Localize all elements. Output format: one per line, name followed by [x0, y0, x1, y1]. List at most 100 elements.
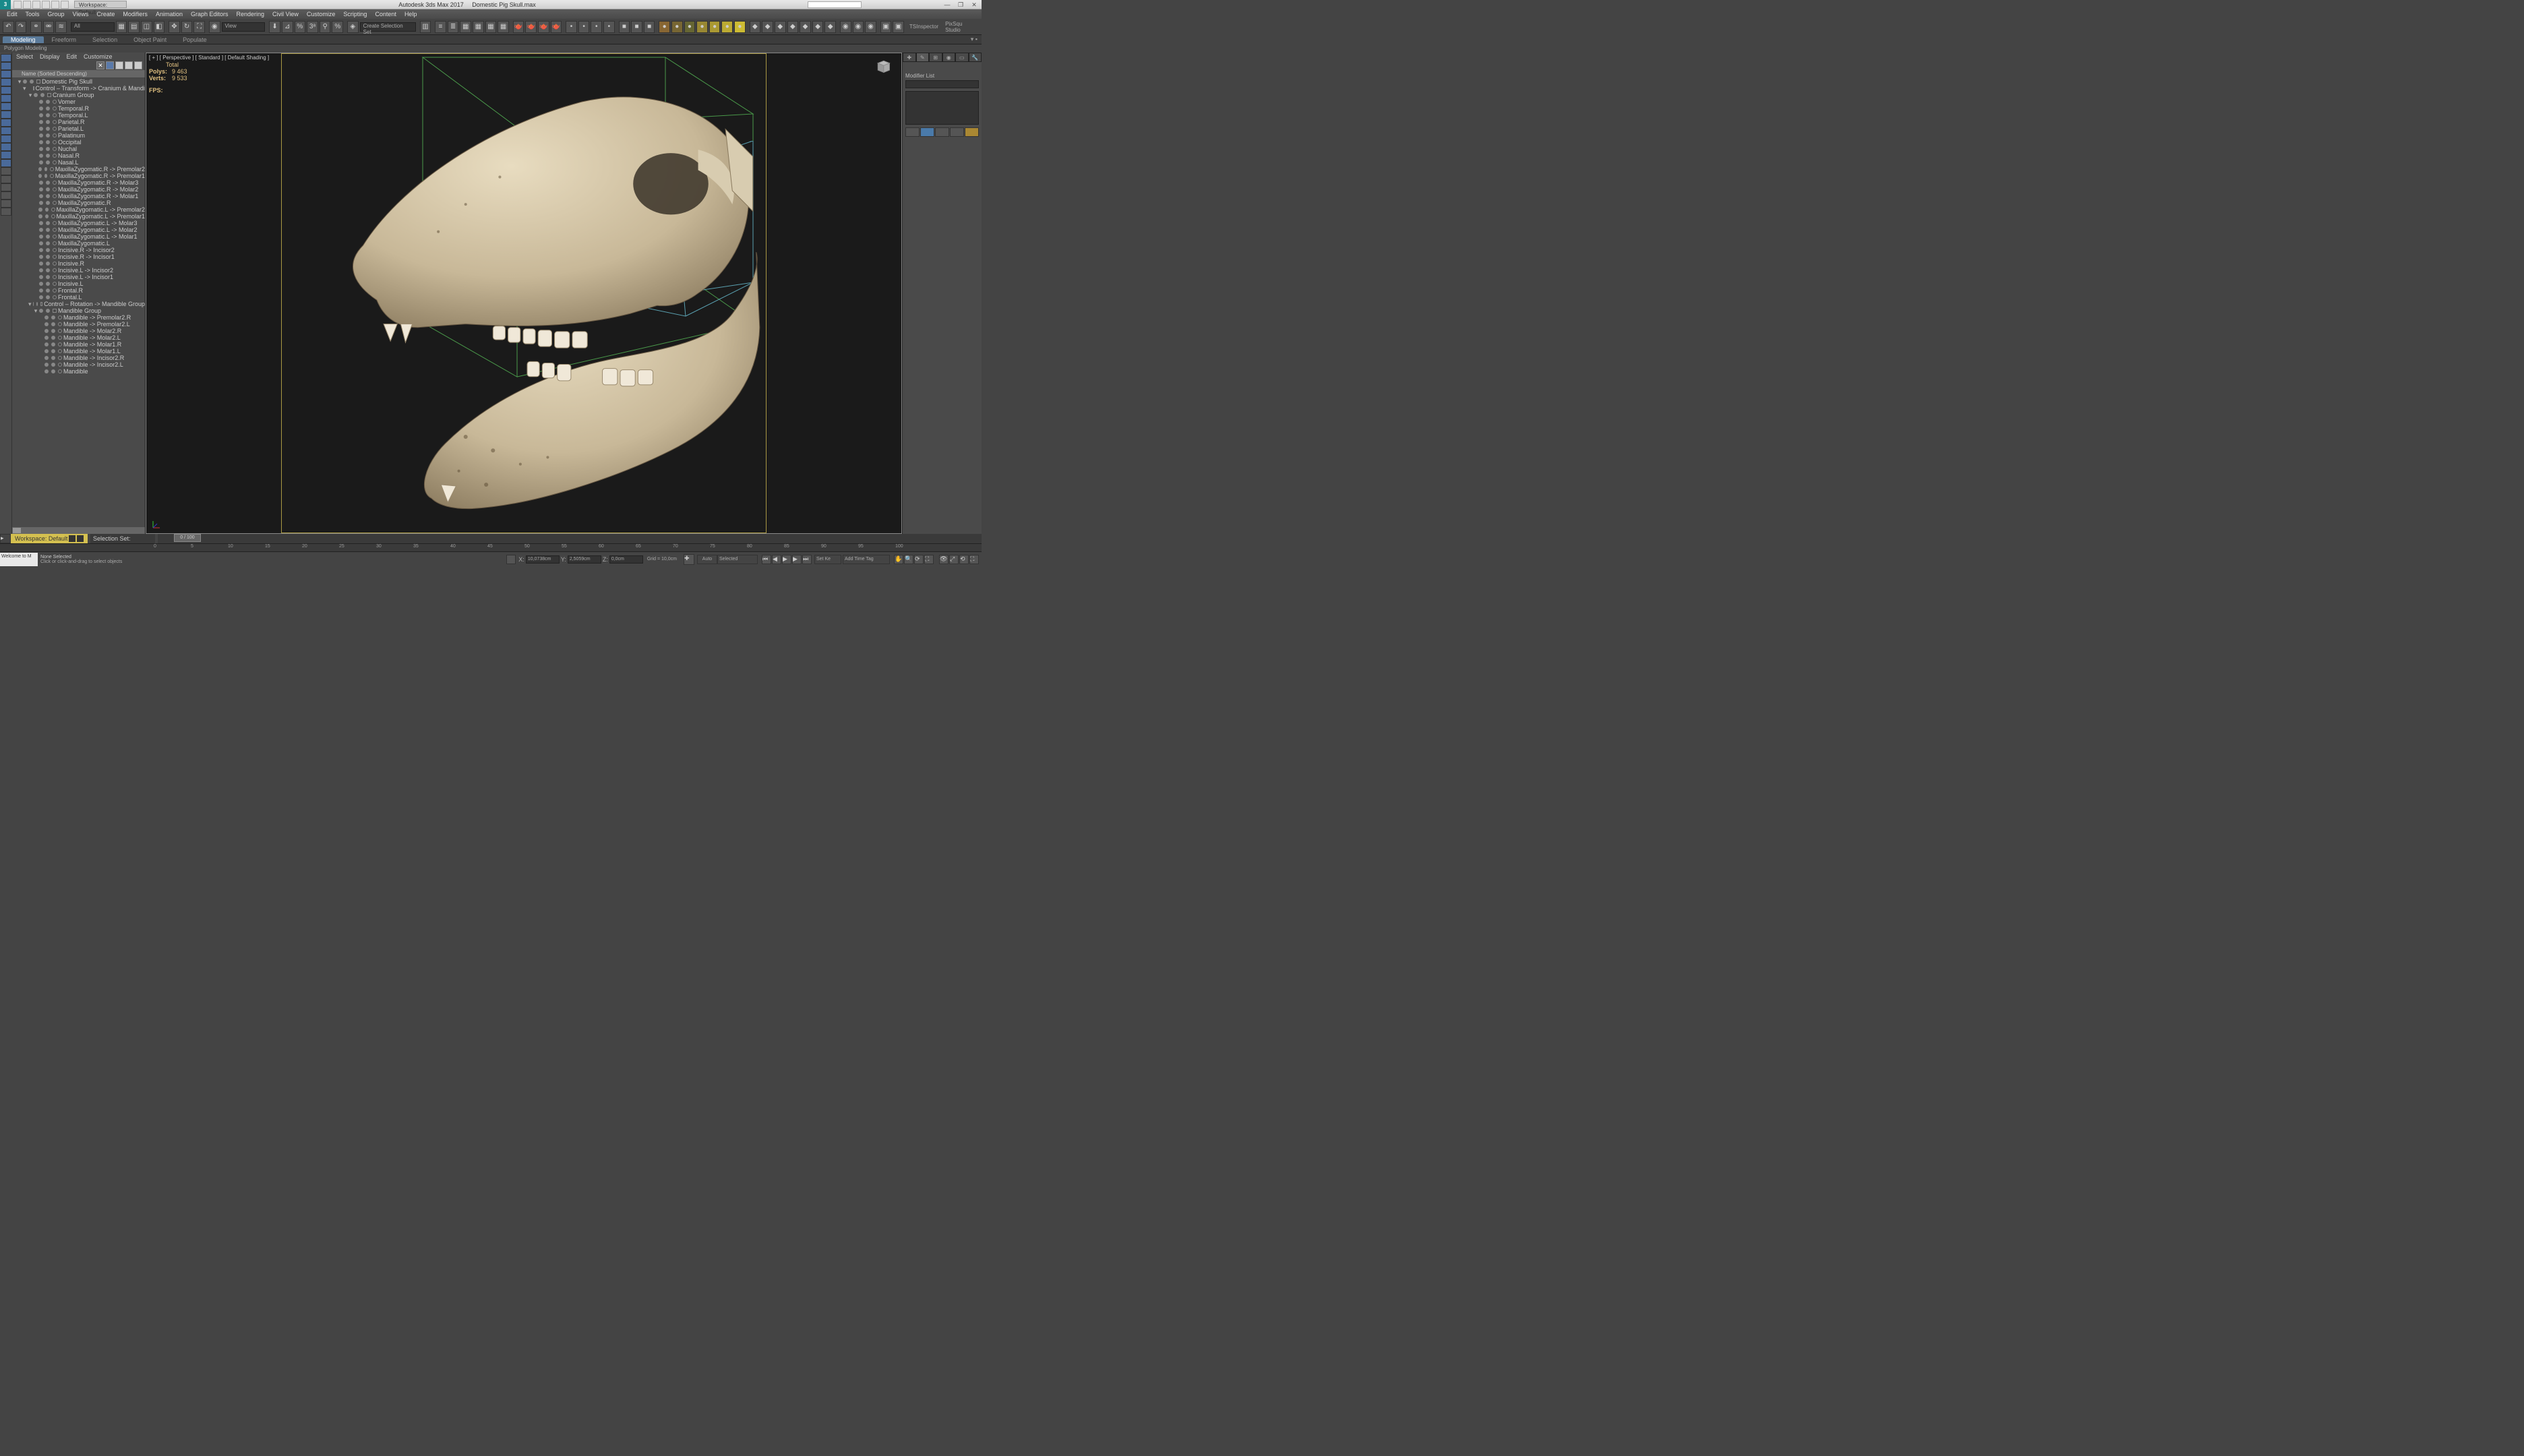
add-time-tag[interactable]: Add Time Tag: [843, 555, 890, 564]
snap2-icon[interactable]: ⚲: [320, 21, 331, 33]
unlink-icon[interactable]: ⚮: [43, 21, 55, 33]
tree-row[interactable]: MaxillaZygomatic.R -> Molar1: [12, 193, 145, 200]
explorer-menu-select[interactable]: Select: [16, 53, 33, 60]
select-region-icon[interactable]: ◫: [141, 21, 152, 33]
light7-icon[interactable]: ●: [734, 21, 746, 33]
vt5-icon[interactable]: [1, 86, 11, 94]
tree-row[interactable]: MaxillaZygomatic.R -> Premolar1: [12, 173, 145, 179]
vt9-icon[interactable]: [1, 119, 11, 127]
visibility-icon[interactable]: [39, 275, 43, 279]
remove-mod-icon[interactable]: [950, 127, 964, 137]
visibility-icon[interactable]: [39, 107, 43, 111]
snap3-icon[interactable]: %: [332, 21, 343, 33]
tree-row[interactable]: ▾Cranium Group: [12, 92, 145, 98]
ref-coord-icon[interactable]: ◉: [209, 21, 220, 33]
freeze-icon[interactable]: [46, 275, 50, 279]
explorer-sort-icon[interactable]: [134, 61, 142, 69]
scene-tree[interactable]: ▾Domestic Pig Skull▾Control – Transform …: [12, 78, 145, 527]
angle-snap-icon[interactable]: ⊿: [282, 21, 293, 33]
c3-icon[interactable]: ◆: [775, 21, 786, 33]
visibility-icon[interactable]: [39, 289, 43, 293]
freeze-icon[interactable]: [51, 356, 55, 360]
render-iter-icon[interactable]: 🫖: [538, 21, 549, 33]
freeze-icon[interactable]: [40, 93, 44, 97]
qat-save-icon[interactable]: [32, 1, 40, 9]
vt11-icon[interactable]: [1, 135, 11, 143]
tree-row[interactable]: Temporal.R: [12, 105, 145, 112]
tree-row[interactable]: Mandible -> Premolar2.L: [12, 321, 145, 328]
freeze-icon[interactable]: [51, 322, 55, 326]
visibility-icon[interactable]: [39, 140, 43, 144]
app-logo[interactable]: 3: [0, 0, 11, 9]
menu-civil-view[interactable]: Civil View: [268, 11, 303, 18]
tree-row[interactable]: Incisive.R -> Incisor2: [12, 247, 145, 253]
goto-end-icon[interactable]: ⏭: [802, 555, 812, 564]
render-active-icon[interactable]: 🫖: [551, 21, 562, 33]
nav-zoom-icon[interactable]: 🔍: [904, 555, 913, 564]
nav-fov-icon[interactable]: 👁: [939, 555, 949, 564]
nav-pan-icon[interactable]: ✋: [894, 555, 903, 564]
close-icon[interactable]: ✕: [969, 1, 979, 8]
e2-icon[interactable]: ▣: [893, 21, 904, 33]
ribbon-expand-icon[interactable]: ▾ ▪: [967, 36, 982, 43]
vt4-icon[interactable]: [1, 78, 11, 86]
visibility-icon[interactable]: [39, 268, 43, 272]
tree-row[interactable]: Nasal.R: [12, 152, 145, 159]
b2-icon[interactable]: ■: [631, 21, 642, 33]
y-input[interactable]: [568, 555, 601, 564]
menu-help[interactable]: Help: [400, 11, 421, 18]
visibility-icon[interactable]: [44, 336, 49, 340]
c2-icon[interactable]: ◆: [762, 21, 773, 33]
freeze-icon[interactable]: [46, 160, 50, 164]
z-input[interactable]: [609, 555, 643, 564]
make-unique-icon[interactable]: [935, 127, 949, 137]
freeze-icon[interactable]: [46, 147, 50, 151]
c7-icon[interactable]: ◆: [824, 21, 836, 33]
tree-row[interactable]: Parietal.R: [12, 119, 145, 125]
freeze-icon[interactable]: [30, 80, 34, 84]
motion-tab-icon[interactable]: ◉: [942, 53, 956, 62]
create-tab-icon[interactable]: ✚: [903, 53, 916, 62]
light1-icon[interactable]: ●: [659, 21, 670, 33]
freeze-icon[interactable]: [51, 349, 55, 353]
tree-row[interactable]: Mandible -> Incisor2.R: [12, 355, 145, 361]
utilities-tab-icon[interactable]: 🔧: [969, 53, 982, 62]
tree-row[interactable]: Nasal.L: [12, 159, 145, 166]
tree-row[interactable]: Mandible: [12, 368, 145, 375]
display-tab-icon[interactable]: ▭: [955, 53, 969, 62]
visibility-icon[interactable]: [44, 322, 49, 326]
tree-row[interactable]: Mandible -> Molar1.L: [12, 348, 145, 355]
qat-link-icon[interactable]: [61, 1, 69, 9]
visibility-icon[interactable]: [39, 248, 43, 252]
time-slider-handle[interactable]: 0 / 100: [174, 534, 201, 542]
vt7-icon[interactable]: [1, 102, 11, 111]
visibility-icon[interactable]: [39, 295, 43, 299]
freeze-icon[interactable]: [45, 214, 49, 218]
nav-orbit2-icon[interactable]: ⟲: [959, 555, 969, 564]
vt19-icon[interactable]: [1, 200, 11, 208]
menu-customize[interactable]: Customize: [303, 11, 340, 18]
a3-icon[interactable]: •: [591, 21, 602, 33]
mirror-icon[interactable]: ▥: [420, 21, 431, 33]
vt15-icon[interactable]: [1, 167, 11, 175]
ref-coord-dropdown[interactable]: View: [222, 22, 266, 32]
visibility-icon[interactable]: [38, 214, 42, 218]
tree-row[interactable]: Frontal.R: [12, 287, 145, 294]
visibility-icon[interactable]: [39, 187, 43, 191]
d1-icon[interactable]: ◉: [840, 21, 851, 33]
workspace-dropdown[interactable]: Workspace: Default: [74, 1, 127, 8]
set-key-button[interactable]: Set Ke: [814, 555, 841, 564]
snap-icon[interactable]: ⬇: [269, 21, 280, 33]
freeze-icon[interactable]: [46, 181, 50, 185]
percent-snap-icon[interactable]: %: [295, 21, 306, 33]
viewport[interactable]: [ + ] [ Perspective ] [ Standard ] [ Def…: [146, 53, 902, 534]
tree-row[interactable]: Incisive.R -> Incisor1: [12, 253, 145, 260]
b1-icon[interactable]: ■: [619, 21, 630, 33]
viewcube[interactable]: [874, 57, 892, 75]
freeze-icon[interactable]: [46, 107, 50, 111]
freeze-icon[interactable]: [44, 167, 48, 171]
visibility-icon[interactable]: [39, 262, 43, 266]
c6-icon[interactable]: ◆: [812, 21, 824, 33]
tree-row[interactable]: Occipital: [12, 139, 145, 146]
redo-icon[interactable]: ↷: [16, 21, 27, 33]
